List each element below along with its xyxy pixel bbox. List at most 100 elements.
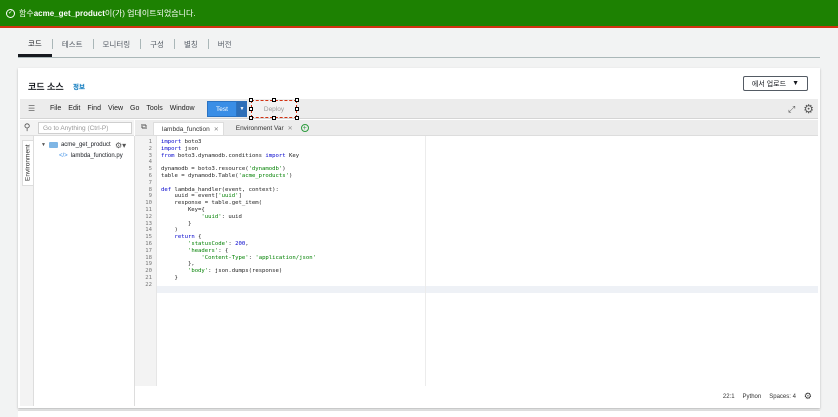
line-number: 2 xyxy=(148,145,152,152)
panel-title: 코드 소스 xyxy=(28,82,64,92)
test-button[interactable]: Test xyxy=(207,101,237,117)
menu-window[interactable]: Window xyxy=(170,105,195,112)
success-banner: ✓ 함수 acme_get_product 이(가) 업데이트되었습니다. xyxy=(0,0,838,28)
tab-list-icon[interactable]: ⧉ xyxy=(135,119,153,135)
line-number: 22 xyxy=(145,281,152,288)
cursor-position[interactable]: 22:1 xyxy=(723,394,735,400)
tab-versions[interactable]: 버전 xyxy=(207,39,242,57)
active-line-highlight xyxy=(157,286,818,293)
editor-tabs: ⧉ lambda_function ✕ Environment Var ✕ + xyxy=(135,120,818,136)
selection-handle xyxy=(272,98,276,102)
function-tabs: 코드 테스트 모니터링 구성 별칭 버전 xyxy=(18,36,820,58)
code-line: 'body': json.dumps(response) xyxy=(187,268,283,275)
selection-handle xyxy=(295,107,299,111)
tab-test[interactable]: 테스트 xyxy=(51,39,93,57)
gear-icon[interactable]: ⚙ xyxy=(804,391,812,402)
bottom-panel-edge xyxy=(18,410,820,417)
editor-tab-label: lambda_function xyxy=(162,125,210,133)
code-editor[interactable]: 1 2 3 4 5 6 7 8 9 10 11 12 13 14 15 16 17 18 19 20 21 22 impo… xyxy=(135,136,818,386)
upload-from-button[interactable]: 에서 업로드 ▼ xyxy=(742,76,808,91)
line-number: 10 xyxy=(145,200,152,207)
menu-go[interactable]: Go xyxy=(130,105,139,112)
indent-setting[interactable]: Spaces: 4 xyxy=(769,394,796,400)
banner-prefix: 함수 xyxy=(19,8,34,18)
code-line: Key={ xyxy=(161,207,205,213)
code-line: dynamodb = boto3.resource('dynamodb') xyxy=(161,166,286,173)
line-number: 5 xyxy=(148,166,152,173)
code-line: def lambda_handler(event, context): xyxy=(161,186,279,193)
line-number: 3 xyxy=(148,152,152,159)
info-link[interactable]: 정보 xyxy=(73,81,85,91)
line-number: 21 xyxy=(145,275,152,281)
code-line: } xyxy=(161,220,192,227)
tab-aliases[interactable]: 별칭 xyxy=(173,39,208,57)
go-to-anything: ⚲ Go to Anything (Ctrl-P) xyxy=(20,120,134,136)
check-circle-icon: ✓ xyxy=(6,8,15,18)
code-line: }, xyxy=(161,261,195,268)
line-number: 16 xyxy=(145,241,152,247)
close-icon[interactable]: ✕ xyxy=(214,126,219,133)
code-line: return { xyxy=(174,234,202,241)
selection-handle xyxy=(249,98,253,102)
code-source-panel: 코드 소스 정보 에서 업로드 ▼ ☰ File Edit Find View … xyxy=(18,68,820,408)
code-line: 'statusCode': 200, xyxy=(187,241,249,247)
code-line: import boto3 xyxy=(161,139,202,145)
editor-tab-lambda-function[interactable]: lambda_function ✕ xyxy=(153,122,224,135)
upload-button-label: 에서 업로드 xyxy=(751,80,787,88)
ide-toolbar: ☰ File Edit Find View Go Tools Window Te… xyxy=(20,98,818,120)
editor-tab-environment-var[interactable]: Environment Var ✕ xyxy=(228,122,297,135)
test-dropdown-icon[interactable]: ▼ xyxy=(237,101,247,117)
go-to-anything-input[interactable]: Go to Anything (Ctrl-P) xyxy=(38,122,132,134)
language-mode[interactable]: Python xyxy=(743,394,762,400)
menu-file[interactable]: File xyxy=(50,105,61,112)
line-number-gutter: 1 2 3 4 5 6 7 8 9 10 11 12 13 14 15 16 17 18 19 20 21 22 xyxy=(135,136,157,386)
tab-monitoring[interactable]: 모니터링 xyxy=(92,39,141,57)
caret-down-icon: ▼ xyxy=(792,80,799,87)
code-line: 'uuid': uuid xyxy=(201,213,242,220)
selection-handle xyxy=(249,107,253,111)
code-line: uuid = event['uuid'] xyxy=(161,193,242,200)
line-number: 4 xyxy=(148,159,152,166)
line-number: 11 xyxy=(145,207,152,213)
line-number: 9 xyxy=(148,193,152,200)
tab-code[interactable]: 코드 xyxy=(18,38,52,57)
environment-tab[interactable]: Environment xyxy=(22,140,34,186)
fullscreen-icon[interactable]: ⤢ xyxy=(788,104,795,115)
banner-suffix: 이(가) 업데이트되었습니다. xyxy=(104,8,196,18)
line-number: 15 xyxy=(145,234,152,241)
add-tab-icon[interactable]: + xyxy=(300,124,309,132)
menu-edit[interactable]: Edit xyxy=(68,105,80,112)
code-line: } xyxy=(161,275,178,281)
menu-tools[interactable]: Tools xyxy=(146,105,162,112)
caret-down-icon: ▼ xyxy=(41,142,46,148)
line-number: 8 xyxy=(148,186,152,193)
code-line: from boto3.dynamodb.conditions import Ke… xyxy=(161,152,300,159)
line-number: 6 xyxy=(148,173,152,179)
gear-icon[interactable]: ⚙ xyxy=(803,102,814,116)
banner-function-name: acme_get_product xyxy=(33,8,105,18)
tree-folder[interactable]: ▼ acme_get_product xyxy=(41,142,111,148)
line-number: 20 xyxy=(145,268,152,275)
selection-handle xyxy=(295,98,299,102)
code-line: table = dynamodb.Table('acme_products') xyxy=(161,173,293,179)
hamburger-icon[interactable]: ☰ xyxy=(28,104,38,113)
line-number: 12 xyxy=(145,213,152,220)
print-margin xyxy=(425,136,426,386)
code-line: 'headers': { xyxy=(187,247,229,254)
toolbar-right: ⤢ ⚙ xyxy=(788,102,814,116)
menu-view[interactable]: View xyxy=(108,105,123,112)
line-number: 7 xyxy=(148,179,152,186)
menu-find[interactable]: Find xyxy=(87,105,101,112)
editor-status-bar: 22:1 Python Spaces: 4 ⚙ xyxy=(135,386,818,406)
gear-icon[interactable]: ⚙▾ xyxy=(115,141,126,150)
file-tree: ▼ acme_get_product ⚙▾ </> lambda_functio… xyxy=(35,136,135,406)
environment-rail: Environment xyxy=(20,120,34,406)
code-line: import json xyxy=(161,145,199,152)
line-number: 18 xyxy=(145,254,152,261)
line-number: 1 xyxy=(148,139,152,145)
editor-tab-label: Environment Var xyxy=(235,125,284,132)
tab-configuration[interactable]: 구성 xyxy=(140,39,174,57)
line-number: 13 xyxy=(145,220,152,227)
close-icon[interactable]: ✕ xyxy=(288,125,293,132)
tree-file[interactable]: </> lambda_function.py xyxy=(59,153,123,159)
